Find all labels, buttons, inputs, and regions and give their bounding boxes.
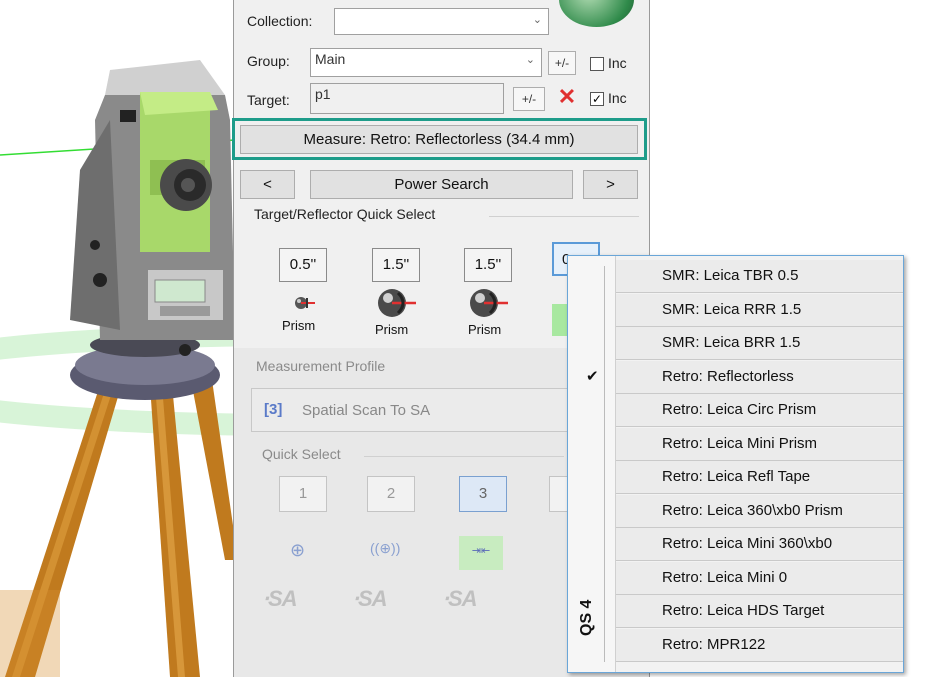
target-include-checkbox[interactable]: ✓ [590, 92, 604, 106]
sphere-icon [559, 0, 634, 27]
target-label: Target: [247, 92, 290, 108]
prism-label: Prism [282, 318, 316, 333]
collection-label: Collection: [247, 13, 313, 29]
quick-select-button-2[interactable]: 1.5'' [372, 248, 420, 282]
menu-item[interactable]: Retro: Leica Mini 0 [616, 561, 903, 595]
menu-item-label: Retro: Reflectorless [662, 367, 794, 385]
menu-item[interactable]: SMR: Leica BRR 1.5 [616, 327, 903, 360]
total-station-instrument [70, 60, 235, 356]
quick-select-context-menu: QS 4 SMR: Leica TBR 0.5 SMR: Leica RRR 1.… [567, 255, 904, 673]
target-field[interactable]: p1 [310, 83, 504, 114]
profile-quick-select-title: Quick Select [262, 446, 341, 462]
menu-item-label: Retro: Leica 360\xb0 Prism [662, 501, 843, 519]
prism-label: Prism [468, 322, 502, 337]
menu-item-label: SMR: Leica TBR 0.5 [662, 267, 799, 284]
menu-item-label: Retro: MPR122 [662, 635, 766, 653]
prism-small-icon [295, 297, 315, 309]
qs-side-label: QS 4 [578, 599, 595, 636]
chevron-down-icon: ⌄ [525, 54, 535, 66]
menu-item-label: SMR: Leica BRR 1.5 [662, 334, 801, 351]
prism-large-icon [378, 289, 416, 317]
scan-target-icon: ((⊕)) [370, 540, 401, 556]
menu-item-label: Retro: Leica Mini 0 [662, 568, 788, 586]
menu-side-divider [604, 266, 605, 662]
menu-item[interactable]: Retro: Leica Refl Tape [616, 461, 903, 494]
measure-button[interactable]: Measure: Retro: Reflectorless (34.4 mm) [240, 125, 638, 154]
group-divider [489, 216, 639, 217]
menu-item-label: Retro: Leica HDS Target [662, 602, 825, 619]
menu-item[interactable]: Retro: MPR122 [616, 628, 903, 662]
group-include-checkbox[interactable] [590, 57, 604, 71]
menu-item-label: Retro: Leica Circ Prism [662, 401, 817, 418]
menu-item-label: Retro: Leica Mini 360\xb0 [662, 535, 833, 552]
target-value: p1 [315, 86, 331, 102]
point-target-icon: ⊕ [290, 540, 306, 560]
prism-label: Prism [375, 322, 409, 337]
profile-button-2[interactable]: 2 [367, 476, 415, 512]
sa-logo-icon: ⋅SA [442, 586, 478, 611]
previous-button[interactable]: < [240, 170, 295, 199]
measurement-profile-title: Measurement Profile [256, 358, 386, 374]
menu-item[interactable]: Retro: Leica HDS Target [616, 595, 903, 628]
group-value: Main [315, 51, 346, 67]
quick-select-button-3[interactable]: 1.5'' [464, 248, 512, 282]
target-include-label: Inc [608, 90, 627, 106]
profile-selector[interactable]: [3] Spatial Scan To SA [251, 388, 591, 432]
sa-logo-icon: ⋅SA [352, 586, 388, 611]
group-include-label: Inc [608, 55, 627, 71]
quick-select-button-1[interactable]: 0.5'' [279, 248, 327, 282]
checkmark-icon: ✔ [586, 367, 599, 385]
menu-item[interactable]: Retro: Leica 360\xb0 Prism [616, 494, 903, 528]
target-quick-select-title: Target/Reflector Quick Select [254, 206, 436, 222]
menu-item[interactable]: Retro: Leica Mini 360\xb0 [616, 528, 903, 561]
menu-item[interactable]: SMR: Leica TBR 0.5 [616, 260, 903, 293]
menu-item[interactable]: Retro: Leica Mini Prism [616, 427, 903, 461]
menu-item-label: Retro: Leica Mini Prism [662, 434, 818, 452]
menu-side-strip: QS 4 [568, 256, 616, 672]
group-label: Group: [247, 53, 290, 69]
measure-label: Measure: Retro: Reflectorless (34.4 mm) [303, 131, 575, 148]
profile-index: [3] [264, 401, 283, 418]
group-divider [364, 456, 564, 457]
menu-item[interactable]: Retro: Leica Circ Prism [616, 394, 903, 427]
spatial-scan-icon: ⇥⇤ [459, 536, 503, 570]
next-button[interactable]: > [583, 170, 638, 199]
menu-item-label: Retro: Leica Refl Tape [662, 468, 811, 485]
selected-target-indicator [552, 304, 568, 336]
profile-button-1[interactable]: 1 [279, 476, 327, 512]
tripod [0, 333, 238, 677]
profile-button-3[interactable]: 3 [459, 476, 507, 512]
profile-name: Spatial Scan To SA [302, 402, 431, 419]
menu-item[interactable]: ✔ Retro: Reflectorless [586, 360, 903, 394]
prism-large-icon [470, 289, 508, 317]
group-add-remove-button[interactable]: +/- [548, 51, 576, 75]
menu-item[interactable]: SMR: Leica RRR 1.5 [616, 293, 903, 327]
power-search-button[interactable]: Power Search [310, 170, 573, 199]
close-icon[interactable]: ✕ [556, 86, 578, 110]
menu-item-label: SMR: Leica RRR 1.5 [662, 300, 802, 318]
group-select[interactable]: Main ⌄ [310, 48, 542, 77]
target-add-remove-button[interactable]: +/- [513, 87, 545, 111]
sa-logo-icon: ⋅SA [262, 586, 298, 611]
collection-select[interactable]: ⌄ [334, 8, 549, 35]
chevron-down-icon: ⌄ [532, 14, 542, 26]
